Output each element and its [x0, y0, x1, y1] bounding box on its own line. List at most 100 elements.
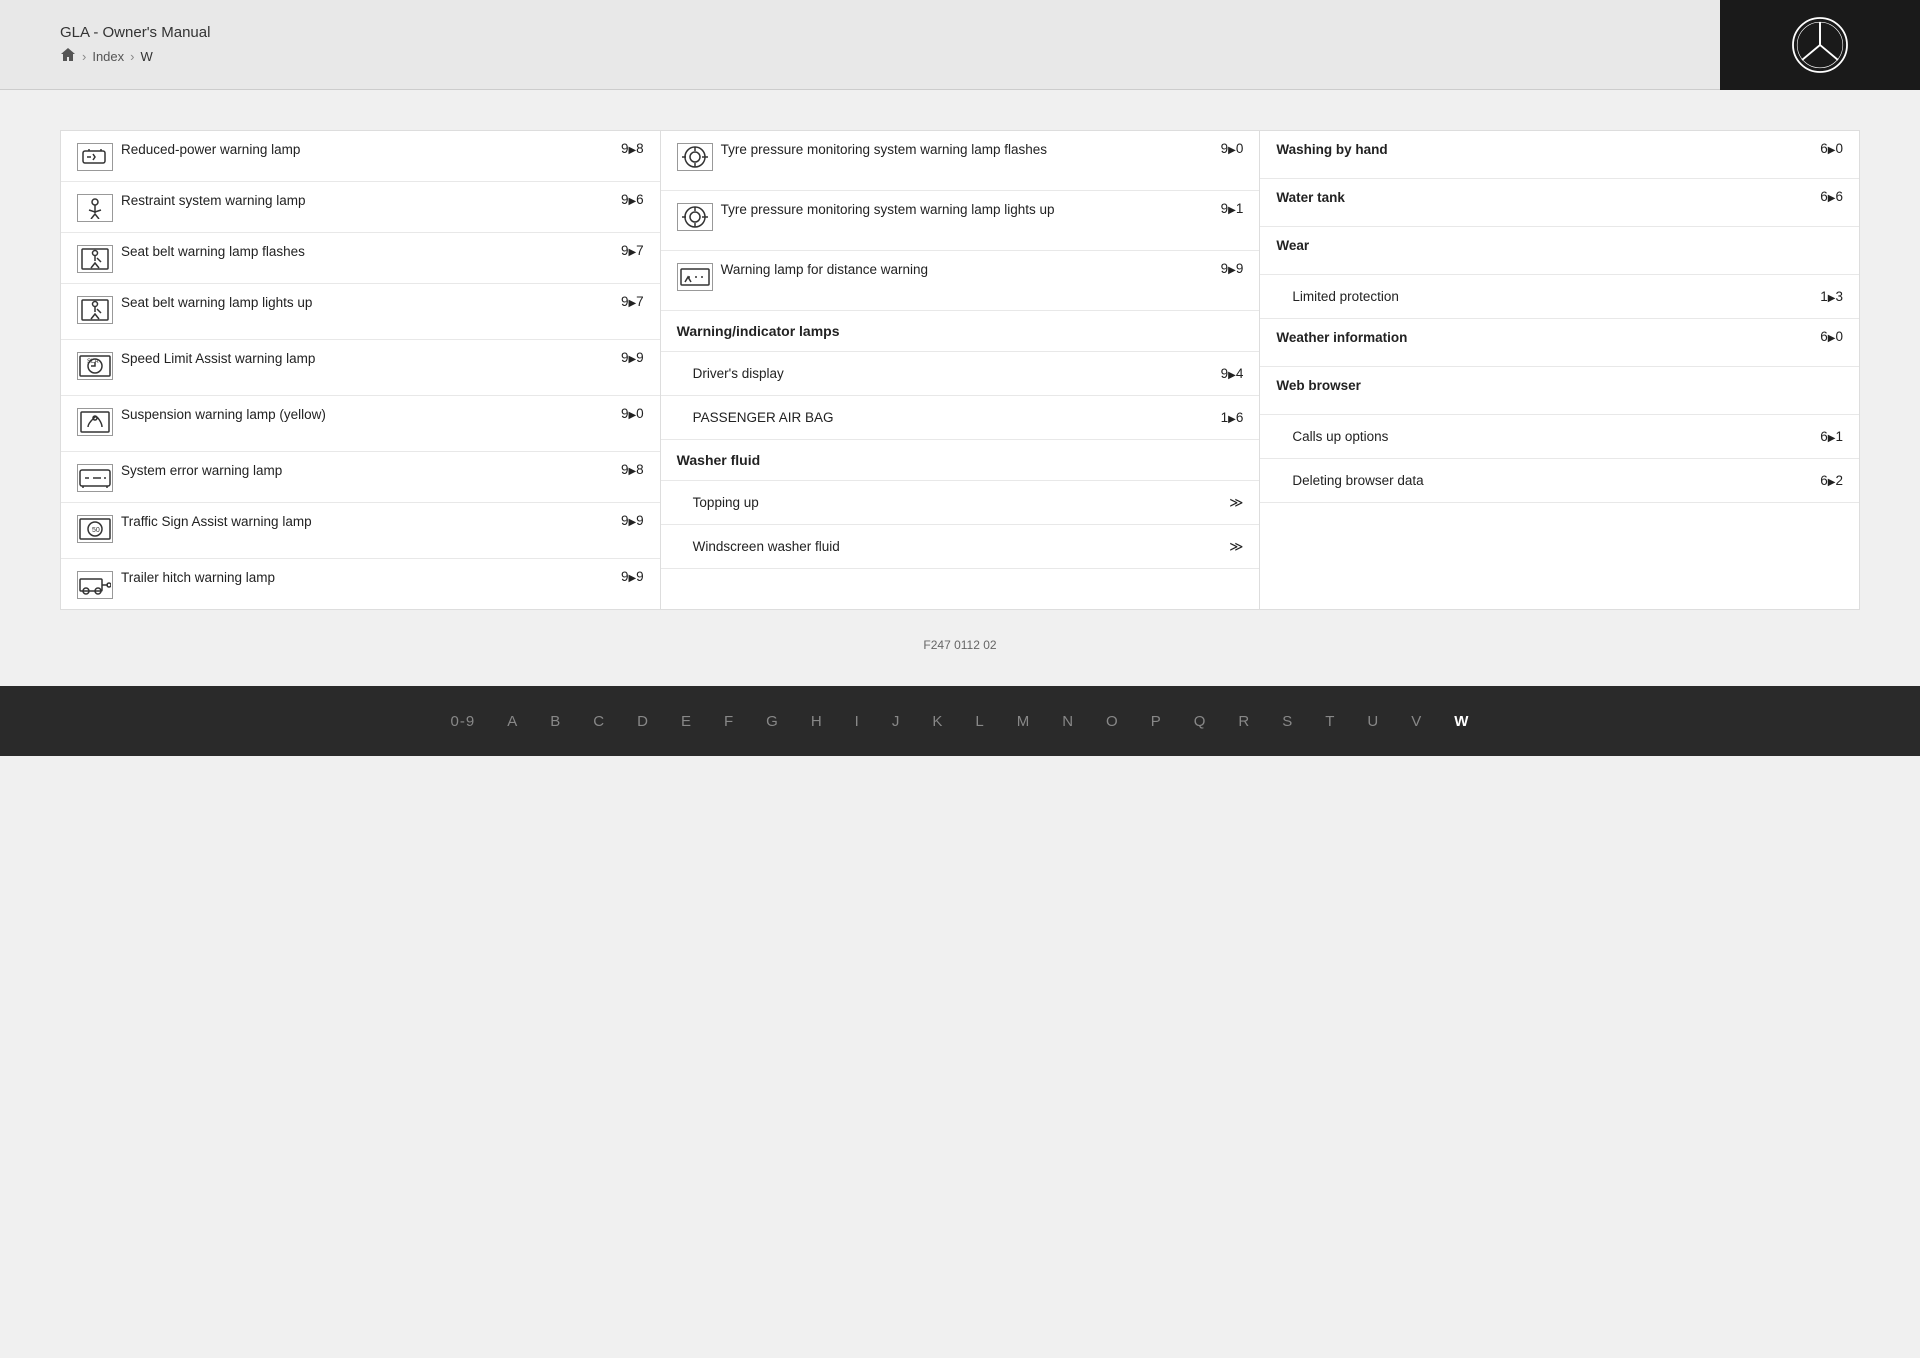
list-item: Tyre pressure monitoring system warning …: [661, 131, 1260, 191]
list-item: Reduced-power warning lamp 9▶8: [61, 131, 660, 182]
alpha-i[interactable]: I: [839, 713, 876, 730]
seat-belt-flash-icon: [77, 245, 113, 273]
alpha-u[interactable]: U: [1351, 713, 1395, 730]
breadcrumb-sep2: ›: [130, 49, 134, 64]
breadcrumb: › Index › W: [60, 47, 210, 66]
entry-page[interactable]: 9▶0: [1221, 141, 1244, 156]
entry-label: Seat belt warning lamp flashes: [121, 243, 609, 262]
entry-page[interactable]: 9▶8: [621, 462, 644, 477]
breadcrumb-index[interactable]: Index: [92, 49, 124, 64]
alpha-e[interactable]: E: [665, 713, 708, 730]
entry-label: Water tank: [1276, 189, 1808, 208]
entry-page[interactable]: 6▶0: [1820, 329, 1843, 344]
list-item: 50 Traffic Sign Assist warning lamp 9▶9: [61, 503, 660, 559]
list-item: Warning lamp for distance warning 9▶9: [661, 251, 1260, 311]
entry-label: Washing by hand: [1276, 141, 1808, 160]
list-item: Restraint system warning lamp 9▶6: [61, 182, 660, 233]
svg-text:SLA: SLA: [87, 359, 98, 365]
entry-page[interactable]: 9▶7: [621, 243, 644, 258]
entry-page[interactable]: 9▶9: [621, 569, 644, 584]
alphabet-navigation: 0-9 A B C D E F G H I J K L M N O P Q R …: [0, 686, 1920, 756]
mercedes-logo: [1720, 0, 1920, 90]
list-item: Seat belt warning lamp flashes 9▶7: [61, 233, 660, 284]
entry-page[interactable]: 1▶6: [1221, 410, 1244, 425]
entry-page[interactable]: 9▶9: [621, 513, 644, 528]
entry-page[interactable]: 9▶4: [1221, 366, 1244, 381]
list-item: Washing by hand 6▶0: [1260, 131, 1859, 179]
entry-label: Deleting browser data: [1292, 473, 1812, 488]
section-washer-fluid: Washer fluid: [661, 440, 1260, 481]
breadcrumb-sep1: ›: [82, 49, 86, 64]
entry-label: Weather information: [1276, 329, 1808, 348]
list-item: Suspension warning lamp (yellow) 9▶0: [61, 396, 660, 452]
entry-page[interactable]: 9▶0: [621, 406, 644, 421]
entry-label: Limited protection: [1292, 289, 1812, 304]
entry-page[interactable]: 9▶6: [621, 192, 644, 207]
entry-label: Warning lamp for distance warning: [721, 261, 1209, 280]
entry-page[interactable]: 9▶7: [621, 294, 644, 309]
entry-label: System error warning lamp: [121, 462, 609, 481]
entry-page[interactable]: 9▶1: [1221, 201, 1244, 216]
list-item: Limited protection 1▶3: [1260, 275, 1859, 319]
entry-page[interactable]: ≫: [1229, 539, 1243, 555]
entry-page[interactable]: 1▶3: [1820, 289, 1843, 304]
list-item: PASSENGER AIR BAG 1▶6: [661, 396, 1260, 440]
alpha-v[interactable]: V: [1395, 713, 1438, 730]
entry-page[interactable]: 6▶2: [1820, 473, 1843, 488]
speed-limit-icon: SLA: [77, 352, 113, 380]
list-item: Tyre pressure monitoring system warning …: [661, 191, 1260, 251]
reduced-power-icon: [77, 143, 113, 171]
list-item: Weather information 6▶0: [1260, 319, 1859, 367]
svg-text:50: 50: [92, 527, 100, 534]
alpha-l[interactable]: L: [959, 713, 1000, 730]
list-item: Water tank 6▶6: [1260, 179, 1859, 227]
alpha-r[interactable]: R: [1222, 713, 1266, 730]
entry-label: Topping up: [693, 495, 1222, 510]
alpha-o[interactable]: O: [1090, 713, 1135, 730]
home-icon[interactable]: [60, 47, 76, 66]
alpha-q[interactable]: Q: [1178, 713, 1223, 730]
alpha-t[interactable]: T: [1309, 713, 1351, 730]
entry-page[interactable]: 6▶1: [1820, 429, 1843, 444]
alpha-w[interactable]: W: [1438, 713, 1485, 730]
column-2: Tyre pressure monitoring system warning …: [661, 130, 1261, 610]
system-error-icon: [77, 464, 113, 492]
entry-label: Tyre pressure monitoring system warning …: [721, 141, 1209, 160]
alpha-f[interactable]: F: [708, 713, 750, 730]
entry-page[interactable]: 6▶6: [1820, 189, 1843, 204]
alpha-h[interactable]: H: [795, 713, 839, 730]
section-label: Washer fluid: [677, 452, 761, 468]
entry-page[interactable]: 6▶0: [1820, 141, 1843, 156]
header-left: GLA - Owner's Manual › Index › W: [60, 24, 210, 66]
alpha-m[interactable]: M: [1001, 713, 1047, 730]
alpha-p[interactable]: P: [1135, 713, 1178, 730]
alpha-n[interactable]: N: [1046, 713, 1090, 730]
entry-label: Reduced-power warning lamp: [121, 141, 609, 160]
trailer-hitch-icon: [77, 571, 113, 599]
doc-id-label: F247 0112 02: [923, 638, 996, 652]
section-label: Warning/indicator lamps: [677, 323, 840, 339]
document-id: F247 0112 02: [0, 630, 1920, 656]
alpha-09[interactable]: 0-9: [435, 713, 492, 730]
alpha-k[interactable]: K: [916, 713, 959, 730]
alpha-b[interactable]: B: [534, 713, 577, 730]
restraint-icon: [77, 194, 113, 222]
entry-page[interactable]: 9▶9: [1221, 261, 1244, 276]
alpha-a[interactable]: A: [491, 713, 534, 730]
entry-label: Restraint system warning lamp: [121, 192, 609, 211]
entry-label: Tyre pressure monitoring system warning …: [721, 201, 1209, 220]
column-3: Washing by hand 6▶0 Water tank 6▶6 Wear …: [1260, 130, 1860, 610]
entry-page[interactable]: ≫: [1229, 495, 1243, 511]
list-item: SLA Speed Limit Assist warning lamp 9▶9: [61, 340, 660, 396]
entry-label: Traffic Sign Assist warning lamp: [121, 513, 609, 532]
alpha-j[interactable]: J: [876, 713, 917, 730]
alpha-c[interactable]: C: [577, 713, 621, 730]
entry-page[interactable]: 9▶8: [621, 141, 644, 156]
alpha-s[interactable]: S: [1266, 713, 1309, 730]
alpha-d[interactable]: D: [621, 713, 665, 730]
alpha-g[interactable]: G: [750, 713, 795, 730]
list-item: Trailer hitch warning lamp 9▶9: [61, 559, 660, 609]
entry-page[interactable]: 9▶9: [621, 350, 644, 365]
entry-label: Windscreen washer fluid: [693, 539, 1222, 554]
list-item: Calls up options 6▶1: [1260, 415, 1859, 459]
